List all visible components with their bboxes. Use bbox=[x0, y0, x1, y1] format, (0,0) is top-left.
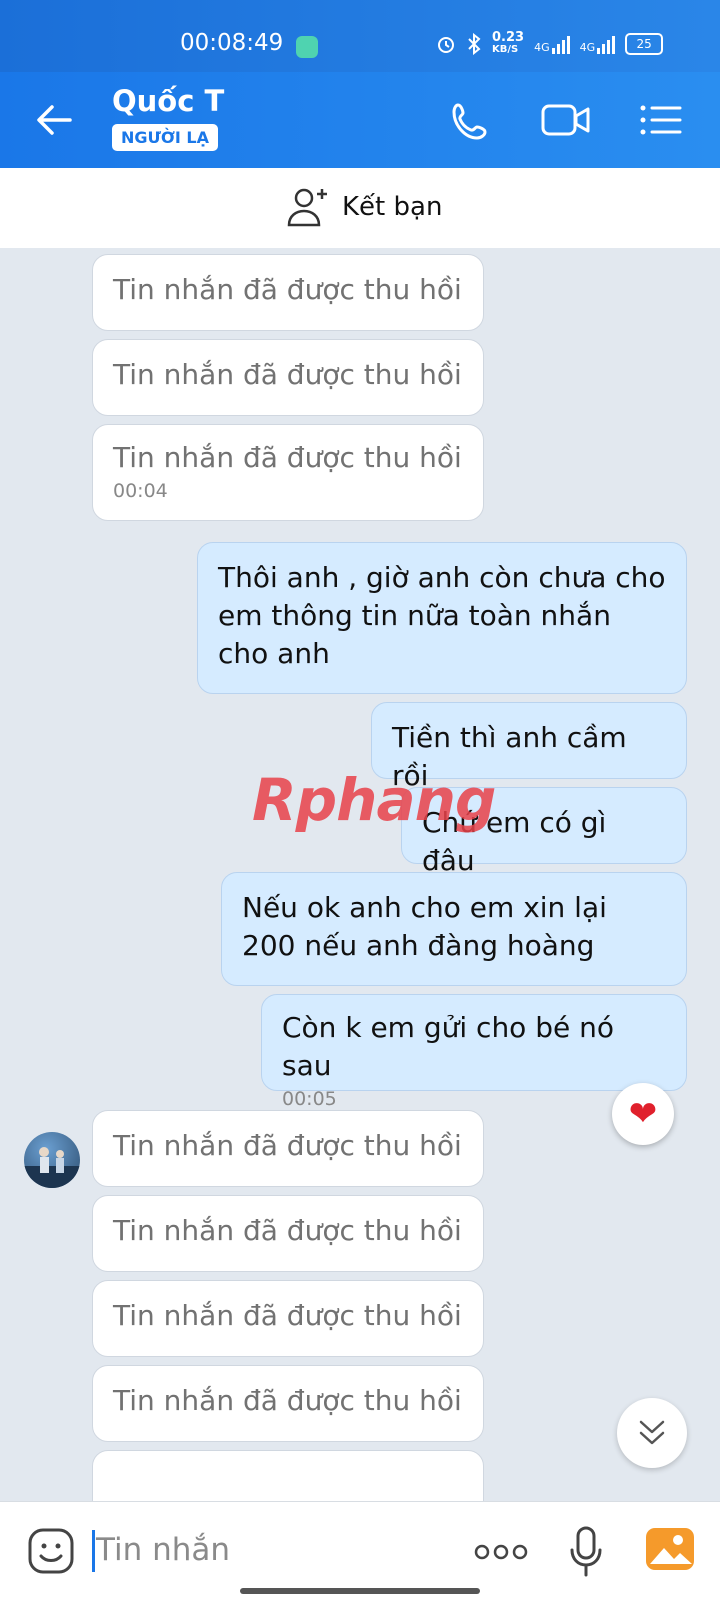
add-friend-icon bbox=[287, 188, 327, 227]
message-input[interactable]: Tin nhắn bbox=[96, 1532, 230, 1568]
watermark-logo: Rphang bbox=[252, 766, 496, 834]
video-call-icon[interactable] bbox=[540, 100, 592, 140]
message-text: Tin nhắn đã được thu hồi bbox=[113, 358, 462, 391]
chat-header: Quốc T NGƯỜI LẠ bbox=[0, 72, 720, 168]
message-bubble-received[interactable]: Tin nhắn đã được thu hồi bbox=[92, 1195, 484, 1272]
net-speed-unit: KB/S bbox=[492, 44, 519, 55]
menu-icon[interactable] bbox=[638, 100, 682, 140]
emoji-icon[interactable] bbox=[26, 1526, 76, 1576]
back-arrow-icon[interactable] bbox=[34, 102, 74, 138]
add-friend-label: Kết bạn bbox=[342, 192, 443, 222]
message-text: Tin nhắn đã được thu hồi bbox=[113, 1299, 462, 1332]
message-text: Nếu ok anh cho em xin lại 200 nếu anh đà… bbox=[242, 891, 607, 962]
message-text: Tin nhắn đã được thu hồi bbox=[113, 273, 462, 306]
status-bar: 00:08:49 0.23 KB/S 4G 4G 25 bbox=[0, 0, 720, 72]
message-text: Tin nhắn đã được thu hồi bbox=[113, 441, 462, 474]
message-bubble-received-partial[interactable] bbox=[92, 1450, 484, 1501]
avatar[interactable] bbox=[24, 1132, 80, 1188]
more-dots-icon[interactable] bbox=[474, 1542, 528, 1562]
stranger-badge: NGƯỜI LẠ bbox=[112, 124, 218, 151]
network-type-1: 4G bbox=[534, 41, 550, 54]
message-bubble-sent[interactable]: Thôi anh , giờ anh còn chưa cho em thông… bbox=[197, 542, 687, 694]
message-bubble-received[interactable]: Tin nhắn đã được thu hồi bbox=[92, 254, 484, 331]
message-text: Tin nhắn đã được thu hồi bbox=[113, 1214, 462, 1247]
gallery-icon[interactable] bbox=[644, 1524, 696, 1574]
contact-name[interactable]: Quốc T bbox=[112, 84, 224, 118]
text-cursor bbox=[92, 1530, 95, 1572]
microphone-icon[interactable] bbox=[568, 1524, 604, 1578]
message-text: Tin nhắn đã được thu hồi bbox=[113, 1129, 462, 1162]
heart-icon[interactable]: ❤ bbox=[612, 1083, 674, 1145]
net-speed: 0.23 bbox=[492, 30, 525, 45]
notification-app-icon bbox=[296, 36, 318, 58]
message-bubble-received[interactable]: Tin nhắn đã được thu hồi 00:04 bbox=[92, 424, 484, 521]
status-icons: 0.23 KB/S 4G 4G 25 bbox=[436, 30, 664, 56]
message-bubble-sent[interactable]: Nếu ok anh cho em xin lại 200 nếu anh đà… bbox=[221, 872, 687, 986]
network-type-2: 4G bbox=[579, 41, 596, 54]
home-indicator bbox=[240, 1588, 480, 1594]
signal-icon-1 bbox=[551, 34, 570, 54]
scroll-to-bottom-button[interactable] bbox=[617, 1398, 687, 1468]
message-bubble-sent[interactable]: Còn k em gửi cho bé nó sau 00:05 bbox=[261, 994, 687, 1110]
message-composer: Tin nhắn bbox=[0, 1501, 720, 1601]
add-friend-bar[interactable]: Kết bạn bbox=[0, 168, 720, 248]
message-text: Còn k em gửi cho bé nó sau bbox=[282, 1011, 614, 1082]
status-time: 00:08:49 bbox=[180, 30, 284, 56]
message-list[interactable]: Tin nhắn đã được thu hồi Tin nhắn đã đượ… bbox=[0, 248, 720, 1501]
signal-icon-2 bbox=[597, 34, 616, 54]
message-bubble-received[interactable]: Tin nhắn đã được thu hồi bbox=[92, 1280, 484, 1357]
bluetooth-icon bbox=[468, 33, 481, 55]
message-text: Tin nhắn đã được thu hồi bbox=[113, 1384, 462, 1417]
message-bubble-received[interactable]: Tin nhắn đã được thu hồi bbox=[92, 339, 484, 416]
alarm-icon bbox=[438, 37, 454, 53]
message-time: 00:04 bbox=[113, 480, 168, 502]
battery-icon: 25 bbox=[625, 33, 664, 55]
message-bubble-received[interactable]: Tin nhắn đã được thu hồi bbox=[92, 1365, 484, 1442]
phone-icon[interactable] bbox=[450, 100, 494, 140]
chevron-double-down-icon bbox=[639, 1420, 665, 1445]
message-time: 00:05 bbox=[282, 1088, 337, 1110]
message-bubble-received[interactable]: Tin nhắn đã được thu hồi bbox=[92, 1110, 484, 1187]
message-text: Thôi anh , giờ anh còn chưa cho em thông… bbox=[218, 561, 666, 670]
